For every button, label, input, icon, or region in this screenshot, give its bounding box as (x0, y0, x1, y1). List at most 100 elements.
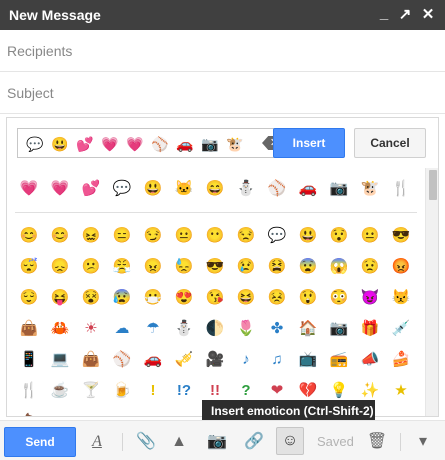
cancel-button[interactable]: Cancel (354, 128, 426, 158)
tulip-icon[interactable]: 🌷 (236, 319, 256, 339)
grin-face-icon[interactable]: 😄 (205, 179, 225, 199)
star-icon[interactable]: ★ (391, 381, 411, 401)
interrobang-icon[interactable]: !? (174, 381, 194, 401)
sleepy-face-icon[interactable]: 😴 (19, 257, 39, 277)
purse-icon[interactable]: 👜 (81, 350, 101, 370)
radio-icon[interactable]: 📻 (329, 350, 349, 370)
bag-icon[interactable]: 👜 (19, 319, 39, 339)
cocktail-icon[interactable]: 🍸 (81, 381, 101, 401)
angry-face-icon[interactable]: 😠 (143, 257, 163, 277)
syringe-icon[interactable]: 💉 (391, 319, 411, 339)
recipients-field[interactable]: Recipients (0, 30, 445, 72)
neutral-face-icon[interactable]: 😐 (174, 226, 194, 246)
pig-face-icon[interactable]: 😾 (391, 288, 411, 308)
double-exclamation-icon[interactable]: !! (205, 381, 225, 401)
green-car-icon[interactable]: 🚗 (298, 179, 318, 199)
coffee-cup-icon[interactable]: ☕ (50, 381, 70, 401)
glasses-face-icon[interactable]: 😎 (391, 226, 411, 246)
megaphone-icon[interactable]: 📣 (360, 350, 380, 370)
kiss-face-icon[interactable]: 😘 (205, 288, 225, 308)
green-neutral-face-icon[interactable]: 😐 (360, 226, 380, 246)
light-bulb-icon[interactable]: 💡 (329, 381, 349, 401)
camera-icon[interactable]: 📷 (329, 179, 349, 199)
photo-icon[interactable]: 📷 (206, 431, 228, 453)
picker-scrollbar[interactable] (425, 168, 438, 416)
cake-icon[interactable]: 🍰 (391, 350, 411, 370)
pout-face-icon[interactable]: 😡 (391, 257, 411, 277)
smile-face-icon[interactable]: 😊 (50, 226, 70, 246)
relieved-face-icon[interactable]: 😌 (19, 288, 39, 308)
expand-icon[interactable]: ↗ (397, 5, 413, 23)
smiley-face-icon[interactable]: 😃 (298, 226, 318, 246)
insert-button[interactable]: Insert (273, 128, 345, 158)
phone-icon[interactable]: 📱 (19, 350, 39, 370)
steam-face-icon[interactable]: 😤 (112, 257, 132, 277)
television-icon[interactable]: 📺 (298, 350, 318, 370)
smile-face-icon[interactable]: 😊 (19, 226, 39, 246)
baseball-icon[interactable]: ⚾ (267, 179, 287, 199)
mask-face-icon[interactable]: 😷 (143, 288, 163, 308)
cool-face-icon[interactable]: 😎 (205, 257, 225, 277)
baseball-icon[interactable]: ⚾ (112, 350, 132, 370)
moon-icon[interactable]: 🌓 (205, 319, 225, 339)
exclamation-icon[interactable]: ! (143, 381, 163, 401)
confounded-face-icon[interactable]: 😖 (81, 226, 101, 246)
link-icon[interactable]: 🔗 (243, 431, 265, 453)
scrollbar-thumb[interactable] (429, 170, 437, 200)
flushed-face-icon[interactable]: 😳 (329, 288, 349, 308)
cat-face-icon[interactable]: 🐱 (174, 179, 194, 199)
movie-camera-icon[interactable]: 🎥 (205, 350, 225, 370)
subject-field[interactable]: Subject (0, 72, 445, 114)
music-note-icon[interactable]: ♪ (236, 350, 256, 370)
flat-face-icon[interactable]: 😑 (112, 226, 132, 246)
tongue-face-icon[interactable]: 😝 (50, 288, 70, 308)
laugh-face-icon[interactable]: 😆 (236, 288, 256, 308)
close-icon[interactable]: ✕ (420, 5, 436, 23)
hushed-face-icon[interactable]: 😯 (329, 226, 349, 246)
snowman-icon[interactable]: ⛄ (236, 179, 256, 199)
sad-face-icon[interactable]: 😞 (50, 257, 70, 277)
heart-eyes-face-icon[interactable]: 😍 (174, 288, 194, 308)
house-icon[interactable]: 🏠 (298, 319, 318, 339)
trumpet-icon[interactable]: 🎺 (174, 350, 194, 370)
astonished-face-icon[interactable]: 😲 (298, 288, 318, 308)
beer-mug-icon[interactable]: 🍺 (112, 381, 132, 401)
sun-icon[interactable]: ☀ (81, 319, 101, 339)
two-hearts-icon[interactable]: 💕 (81, 179, 101, 199)
confused-face-icon[interactable]: 😕 (81, 257, 101, 277)
fork-knife-icon[interactable]: 🍴 (19, 381, 39, 401)
minimize-icon[interactable]: _ (376, 5, 392, 22)
fear-face-icon[interactable]: 😨 (298, 257, 318, 277)
unamused-face-icon[interactable]: 😒 (236, 226, 256, 246)
send-button[interactable]: Send (4, 427, 76, 457)
sparkles-icon[interactable]: ✨ (360, 381, 380, 401)
smiley-face-icon[interactable]: 😃 (143, 179, 163, 199)
anxious-face-icon[interactable]: 😰 (112, 288, 132, 308)
cry-face-icon[interactable]: 😢 (236, 257, 256, 277)
gift-icon[interactable]: 🎁 (360, 319, 380, 339)
green-car-icon[interactable]: 🚗 (143, 350, 163, 370)
tired-face-icon[interactable]: 😫 (267, 257, 287, 277)
devil-face-icon[interactable]: 😈 (360, 288, 380, 308)
umbrella-icon[interactable]: ☂ (143, 319, 163, 339)
red-heart-icon[interactable]: ❤ (267, 381, 287, 401)
speech-bubble-icon[interactable]: 💬 (267, 226, 287, 246)
blue-flower-icon[interactable]: ✤ (267, 319, 287, 339)
dizzy-face-icon[interactable]: 😵 (81, 288, 101, 308)
camera-icon[interactable]: 📷 (329, 319, 349, 339)
pink-heart-icon[interactable]: 💗 (19, 179, 39, 199)
pile-icon[interactable]: 💩 (19, 412, 39, 416)
emoticon-icon[interactable]: ☺ (276, 427, 304, 455)
cow-face-icon[interactable]: 🐮 (360, 179, 380, 199)
broken-heart-icon[interactable]: 💔 (298, 381, 318, 401)
question-mark-icon[interactable]: ? (236, 381, 256, 401)
blank-face-icon[interactable]: 😶 (205, 226, 225, 246)
scream-face-icon[interactable]: 😱 (329, 257, 349, 277)
attach-icon[interactable]: 📎 (135, 431, 157, 453)
formatting-icon[interactable]: A (86, 431, 108, 453)
speech-bubble-icon[interactable]: 💬 (112, 179, 132, 199)
drive-icon[interactable]: ▲ (168, 431, 190, 453)
sweat-face-icon[interactable]: 😓 (174, 257, 194, 277)
persevere-face-icon[interactable]: 😣 (267, 288, 287, 308)
trash-icon[interactable]: 🗑 (366, 431, 388, 453)
